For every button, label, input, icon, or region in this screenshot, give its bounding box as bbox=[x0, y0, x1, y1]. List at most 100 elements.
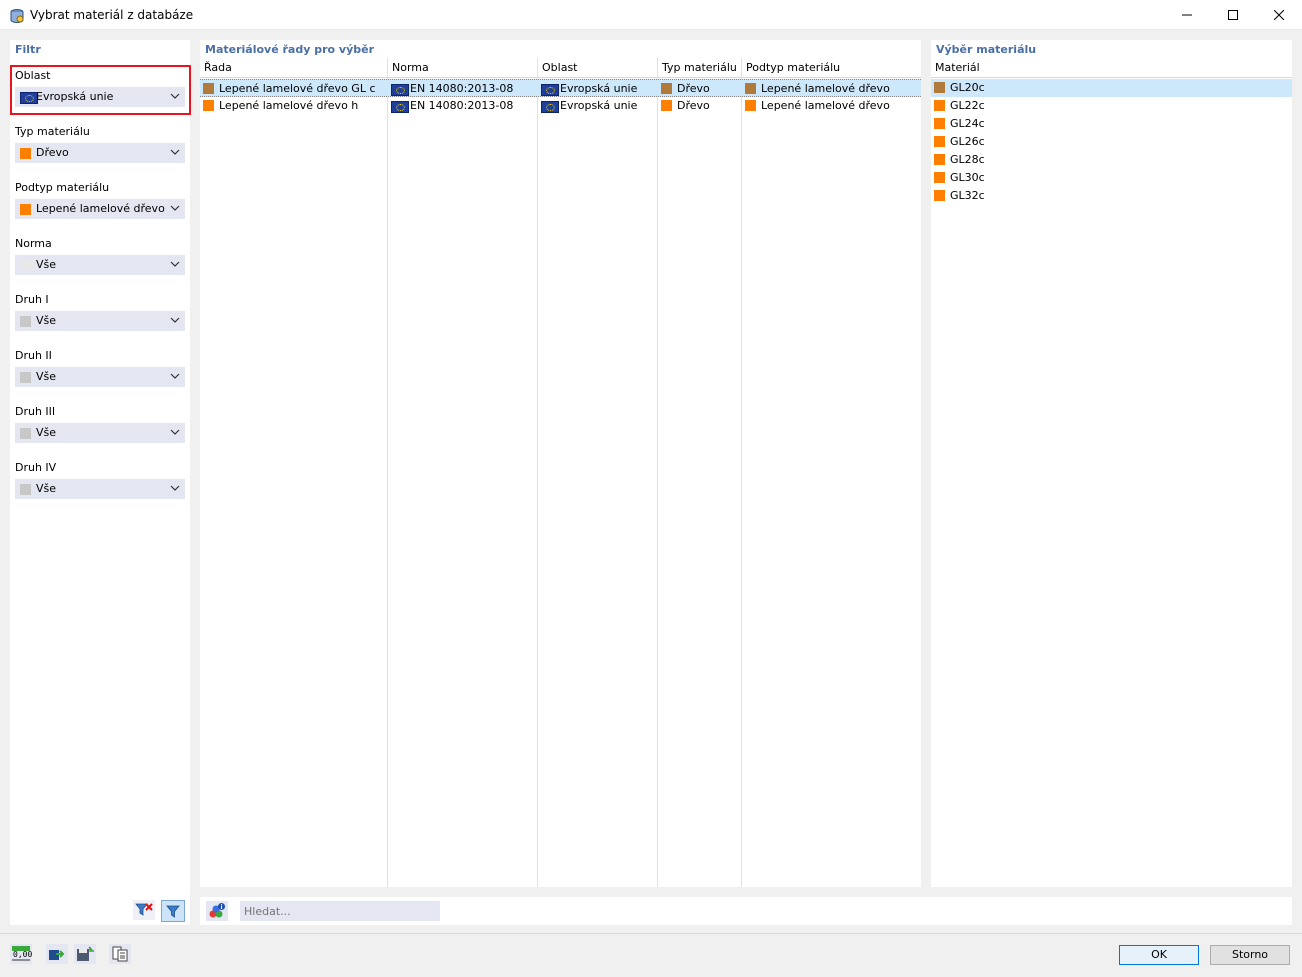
eu-flag-icon bbox=[541, 84, 559, 96]
chevron-down-icon bbox=[170, 373, 180, 379]
table-row[interactable]: Lepené lamelové dřevo GL c EN 14080:2013… bbox=[200, 79, 921, 97]
chevron-down-icon bbox=[170, 149, 180, 155]
region-combobox[interactable]: Evropská unie bbox=[15, 87, 185, 107]
list-item[interactable]: GL28c bbox=[931, 151, 1292, 169]
color-swatch bbox=[661, 83, 672, 94]
list-item[interactable]: GL22c bbox=[931, 97, 1292, 115]
material-type-combobox[interactable]: Dřevo bbox=[15, 143, 185, 163]
material-type-label: Typ materiálu bbox=[15, 125, 90, 138]
material-subtype-label: Podtyp materiálu bbox=[15, 181, 110, 194]
kind-3-combobox[interactable]: Vše bbox=[15, 423, 185, 443]
material-name: GL20c bbox=[950, 81, 985, 94]
close-icon bbox=[1274, 10, 1284, 20]
color-swatch bbox=[203, 83, 214, 94]
ok-button[interactable]: OK bbox=[1119, 945, 1199, 965]
column-header-material[interactable]: Materiál bbox=[931, 58, 1292, 78]
material-info-icon: i bbox=[209, 903, 225, 918]
material-type-cell: Dřevo bbox=[658, 97, 741, 115]
standard-combobox[interactable]: Vše bbox=[15, 255, 185, 275]
chevron-down-icon bbox=[170, 261, 180, 267]
maximize-button[interactable] bbox=[1210, 0, 1256, 30]
kind-2-combobox[interactable]: Vše bbox=[15, 367, 185, 387]
material-info-button[interactable]: i bbox=[206, 901, 228, 921]
color-swatch bbox=[20, 428, 31, 439]
clear-filter-icon bbox=[135, 903, 153, 916]
color-swatch bbox=[661, 100, 672, 111]
material-cell: GL28c bbox=[931, 151, 1291, 169]
material-subtype-combobox[interactable]: Lepené lamelové dřevo bbox=[15, 199, 185, 219]
filter-panel-title: Filtr bbox=[15, 43, 41, 56]
cancel-button[interactable]: Storno bbox=[1210, 945, 1290, 965]
minimize-icon bbox=[1182, 14, 1192, 16]
column-header-series[interactable]: Řada bbox=[200, 58, 388, 78]
standard-label: Norma bbox=[15, 237, 52, 250]
kind-1-combobox[interactable]: Vše bbox=[15, 311, 185, 331]
color-swatch bbox=[934, 82, 945, 93]
column-divider bbox=[657, 78, 658, 887]
standard-cell: EN 14080:2013-08 bbox=[388, 97, 537, 115]
eu-flag-icon bbox=[391, 84, 409, 96]
material-selection-title: Výběr materiálu bbox=[936, 43, 1037, 56]
footer-divider bbox=[0, 933, 1302, 934]
color-swatch bbox=[934, 190, 945, 201]
export-button[interactable] bbox=[46, 944, 68, 964]
kind-4-combobox[interactable]: Vše bbox=[15, 479, 185, 499]
material-type-cell: Dřevo bbox=[658, 80, 741, 98]
material-name: GL30c bbox=[950, 171, 985, 184]
filter-panel: Filtr Oblast Evropská unie Typ materiálu… bbox=[10, 40, 191, 925]
column-divider bbox=[387, 78, 388, 887]
maximize-icon bbox=[1228, 10, 1238, 20]
apply-filter-button[interactable] bbox=[161, 900, 185, 922]
list-item[interactable]: GL32c bbox=[931, 187, 1292, 205]
color-swatch bbox=[203, 100, 214, 111]
column-header-region[interactable]: Oblast bbox=[538, 58, 658, 78]
chevron-down-icon bbox=[170, 205, 180, 211]
window-title: Vybrat materiál z databáze bbox=[30, 8, 194, 22]
standard-cell: EN 14080:2013-08 bbox=[388, 80, 537, 98]
save-button[interactable] bbox=[74, 944, 96, 964]
color-swatch bbox=[745, 100, 756, 111]
region-cell: Evropská unie bbox=[538, 80, 657, 98]
material-subtype-cell: Lepené lamelové dřevo bbox=[742, 80, 921, 98]
library-button[interactable] bbox=[109, 944, 131, 964]
list-item[interactable]: GL30c bbox=[931, 169, 1292, 187]
chevron-down-icon bbox=[170, 93, 180, 99]
clear-filter-button[interactable] bbox=[133, 900, 155, 920]
svg-text:i: i bbox=[220, 904, 222, 911]
material-series-panel: Materiálové řady pro výběr Řada Norma Ob… bbox=[200, 40, 921, 887]
material-name: GL32c bbox=[950, 189, 985, 202]
kind-4-label: Druh IV bbox=[15, 461, 57, 474]
material-selection-panel: Výběr materiálu Materiál GL20c GL22c GL2… bbox=[931, 40, 1292, 887]
color-swatch bbox=[20, 484, 31, 495]
material-cell: GL30c bbox=[931, 169, 1291, 187]
kind-3-value: Vše bbox=[36, 426, 57, 439]
chevron-down-icon bbox=[170, 485, 180, 491]
material-type-value: Dřevo bbox=[36, 146, 69, 159]
column-header-material-subtype[interactable]: Podtyp materiálu bbox=[742, 58, 921, 78]
list-item[interactable]: GL26c bbox=[931, 133, 1292, 151]
units-label: 0,00 bbox=[13, 950, 33, 959]
save-icon bbox=[77, 946, 94, 961]
table-row[interactable]: Lepené lamelové dřevo h EN 14080:2013-08… bbox=[200, 97, 921, 115]
kind-3-label: Druh III bbox=[15, 405, 56, 418]
standard-name: EN 14080:2013-08 bbox=[410, 99, 514, 112]
series-name: Lepené lamelové dřevo h bbox=[219, 99, 359, 112]
column-header-material-type[interactable]: Typ materiálu bbox=[658, 58, 742, 78]
eu-flag-icon bbox=[391, 101, 409, 113]
list-item[interactable]: GL20c bbox=[931, 79, 1292, 97]
list-item[interactable]: GL24c bbox=[931, 115, 1292, 133]
material-cell: GL32c bbox=[931, 187, 1291, 205]
minimize-button[interactable] bbox=[1164, 0, 1210, 30]
search-bar: i bbox=[200, 897, 1292, 925]
column-header-standard[interactable]: Norma bbox=[388, 58, 538, 78]
library-icon bbox=[112, 946, 128, 962]
units-button[interactable]: 0,00 bbox=[10, 944, 32, 964]
material-cell: GL22c bbox=[931, 97, 1291, 115]
search-input[interactable] bbox=[240, 901, 440, 921]
standard-name: EN 14080:2013-08 bbox=[410, 82, 514, 95]
standard-value: Vše bbox=[36, 258, 57, 271]
color-swatch bbox=[20, 204, 31, 215]
close-button[interactable] bbox=[1256, 0, 1302, 30]
kind-1-label: Druh I bbox=[15, 293, 49, 306]
material-name: GL26c bbox=[950, 135, 985, 148]
